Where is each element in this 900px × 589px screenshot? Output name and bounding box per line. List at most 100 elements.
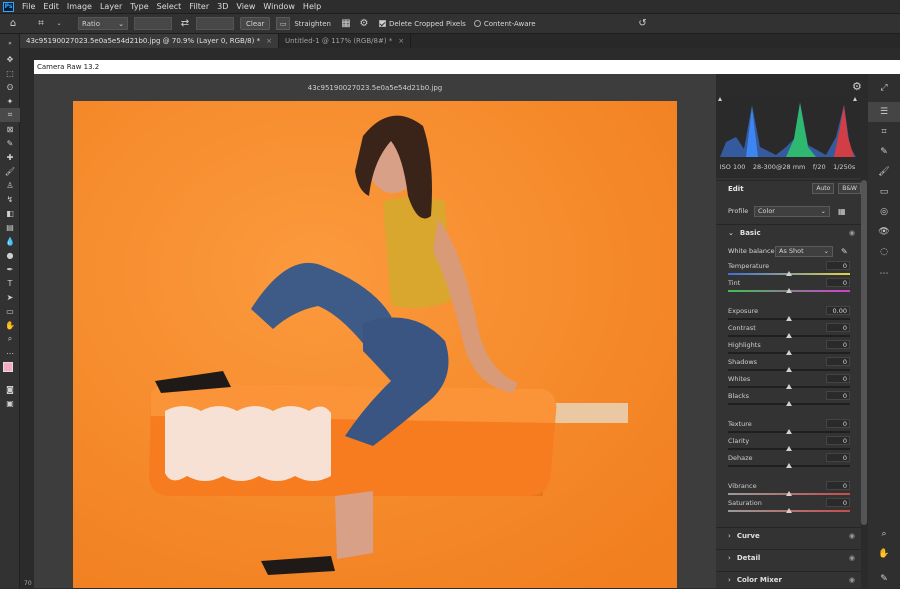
slider-highlights[interactable]: Highlights 0 (728, 340, 850, 358)
zoom-tool-icon[interactable]: ⌕ (0, 332, 20, 346)
slider-tint[interactable]: Tint 0 (728, 278, 850, 296)
slider-value-input[interactable]: 0 (826, 436, 850, 445)
height-input[interactable] (196, 17, 234, 30)
bw-button[interactable]: B&W (838, 183, 861, 194)
visibility-eye-icon[interactable]: ◉ (849, 229, 855, 237)
brush-tool-icon[interactable]: 🖌 (0, 164, 20, 178)
profile-dropdown[interactable]: Color ⌄ (754, 205, 830, 217)
red-eye-icon[interactable]: 👁 (868, 222, 900, 242)
slider-shadows[interactable]: Shadows 0 (728, 357, 850, 375)
more-tools-icon[interactable]: ⋯ (0, 346, 20, 360)
slider-vibrance[interactable]: Vibrance 0 (728, 481, 850, 499)
home-icon[interactable]: ⌂ (6, 17, 20, 31)
move-tool-icon[interactable]: ✥ (0, 52, 20, 66)
swap-icon[interactable]: ⇄ (178, 17, 192, 31)
section-curve[interactable]: › Curve ◉ (716, 527, 861, 544)
history-brush-tool-icon[interactable]: ↯ (0, 192, 20, 206)
slider-thumb[interactable] (786, 446, 792, 451)
more-icon[interactable]: ⋯ (868, 264, 900, 284)
quick-mask-icon[interactable]: ◙ (0, 382, 20, 396)
slider-thumb[interactable] (786, 401, 792, 406)
menu-3d[interactable]: 3D (213, 2, 232, 11)
hand-icon[interactable]: ✋ (868, 544, 900, 564)
menu-image[interactable]: Image (63, 2, 96, 11)
path-selection-tool-icon[interactable]: ➤ (0, 290, 20, 304)
healing-brush-tool-icon[interactable]: ✚ (0, 150, 20, 164)
slider-thumb[interactable] (786, 333, 792, 338)
lasso-tool-icon[interactable]: ʘ (0, 80, 20, 94)
slider-thumb[interactable] (786, 429, 792, 434)
pen-tool-icon[interactable]: ✒ (0, 262, 20, 276)
auto-button[interactable]: Auto (812, 183, 835, 194)
slider-value-input[interactable]: 0.00 (826, 306, 850, 315)
menu-layer[interactable]: Layer (96, 2, 126, 11)
gradient-tool-icon[interactable]: ▤ (0, 220, 20, 234)
eyedropper-tool-icon[interactable]: ✎ (0, 136, 20, 150)
frame-tool-icon[interactable]: ⊠ (0, 122, 20, 136)
slider-value-input[interactable]: 0 (826, 261, 850, 270)
hand-tool-icon[interactable]: ✋ (0, 318, 20, 332)
screen-mode-icon[interactable]: ▣ (0, 396, 20, 410)
slider-value-input[interactable]: 0 (826, 340, 850, 349)
menu-select[interactable]: Select (153, 2, 186, 11)
slider-thumb[interactable] (786, 463, 792, 468)
white-balance-dropdown[interactable]: As Shot ⌄ (775, 245, 833, 257)
shape-tool-icon[interactable]: ▭ (0, 304, 20, 318)
clear-button[interactable]: Clear (240, 17, 271, 30)
slider-thumb[interactable] (786, 350, 792, 355)
slider-exposure[interactable]: Exposure 0.00 (728, 306, 850, 324)
slider-value-input[interactable]: 0 (826, 419, 850, 428)
ratio-dropdown[interactable]: Ratio ⌄ (78, 17, 128, 30)
gear-icon[interactable]: ⚙ (357, 17, 371, 31)
slider-dehaze[interactable]: Dehaze 0 (728, 453, 850, 471)
type-tool-icon[interactable]: T (0, 276, 20, 290)
panel-scrollbar[interactable] (861, 180, 867, 525)
tab-document-2[interactable]: Untitled-1 @ 117% (RGB/8#) * × (279, 34, 412, 48)
foreground-color-swatch[interactable] (3, 362, 13, 372)
visibility-eye-icon[interactable]: ◉ (849, 576, 855, 584)
slider-whites[interactable]: Whites 0 (728, 374, 850, 392)
slider-value-input[interactable]: 0 (826, 323, 850, 332)
close-icon[interactable]: × (266, 37, 272, 45)
content-aware-checkbox[interactable] (473, 20, 481, 27)
slider-blacks[interactable]: Blacks 0 (728, 391, 850, 409)
section-color-mixer[interactable]: › Color Mixer ◉ (716, 571, 861, 588)
magic-wand-tool-icon[interactable]: ✦ (0, 94, 20, 108)
slider-contrast[interactable]: Contrast 0 (728, 323, 850, 341)
section-detail[interactable]: › Detail ◉ (716, 549, 861, 566)
radial-filter-icon[interactable]: ◎ (868, 202, 900, 222)
slider-clarity[interactable]: Clarity 0 (728, 436, 850, 454)
menu-edit[interactable]: Edit (39, 2, 63, 11)
collapse-icon[interactable]: » (0, 34, 20, 52)
grid-overlay-icon[interactable]: ▦ (339, 17, 353, 31)
color-swatches[interactable] (0, 360, 20, 382)
width-input[interactable] (134, 17, 172, 30)
mask-brush-icon[interactable]: 🖌 (868, 162, 900, 182)
delete-cropped-checkbox[interactable] (378, 20, 386, 27)
slider-thumb[interactable] (786, 508, 792, 513)
edit-sliders-icon[interactable]: ☰ (868, 102, 900, 122)
crop-icon[interactable]: ⌗ (868, 122, 900, 142)
fullscreen-icon[interactable]: ⤢ (868, 78, 900, 98)
crop-tool-icon[interactable]: ⌗ (0, 108, 20, 122)
menu-window[interactable]: Window (259, 2, 299, 11)
menu-filter[interactable]: Filter (185, 2, 213, 11)
presets-icon[interactable]: ◌ (868, 242, 900, 262)
sampler-icon[interactable]: ✎ (868, 569, 900, 589)
visibility-eye-icon[interactable]: ◉ (849, 554, 855, 562)
straighten-icon[interactable]: ▭ (276, 17, 291, 30)
slider-value-input[interactable]: 0 (826, 391, 850, 400)
slider-value-input[interactable]: 0 (826, 481, 850, 490)
stamp-tool-icon[interactable]: ♙ (0, 178, 20, 192)
gradient-icon[interactable]: ▭ (868, 182, 900, 202)
slider-temperature[interactable]: Temperature 0 (728, 261, 850, 279)
reset-icon[interactable]: ↺ (636, 17, 650, 31)
slider-thumb[interactable] (786, 288, 792, 293)
slider-value-input[interactable]: 0 (826, 278, 850, 287)
slider-thumb[interactable] (786, 491, 792, 496)
slider-value-input[interactable]: 0 (826, 498, 850, 507)
marquee-tool-icon[interactable]: ⬚ (0, 66, 20, 80)
menu-type[interactable]: Type (126, 2, 152, 11)
close-icon[interactable]: × (398, 37, 404, 45)
chevron-down-icon[interactable]: ⌄ (52, 17, 66, 31)
